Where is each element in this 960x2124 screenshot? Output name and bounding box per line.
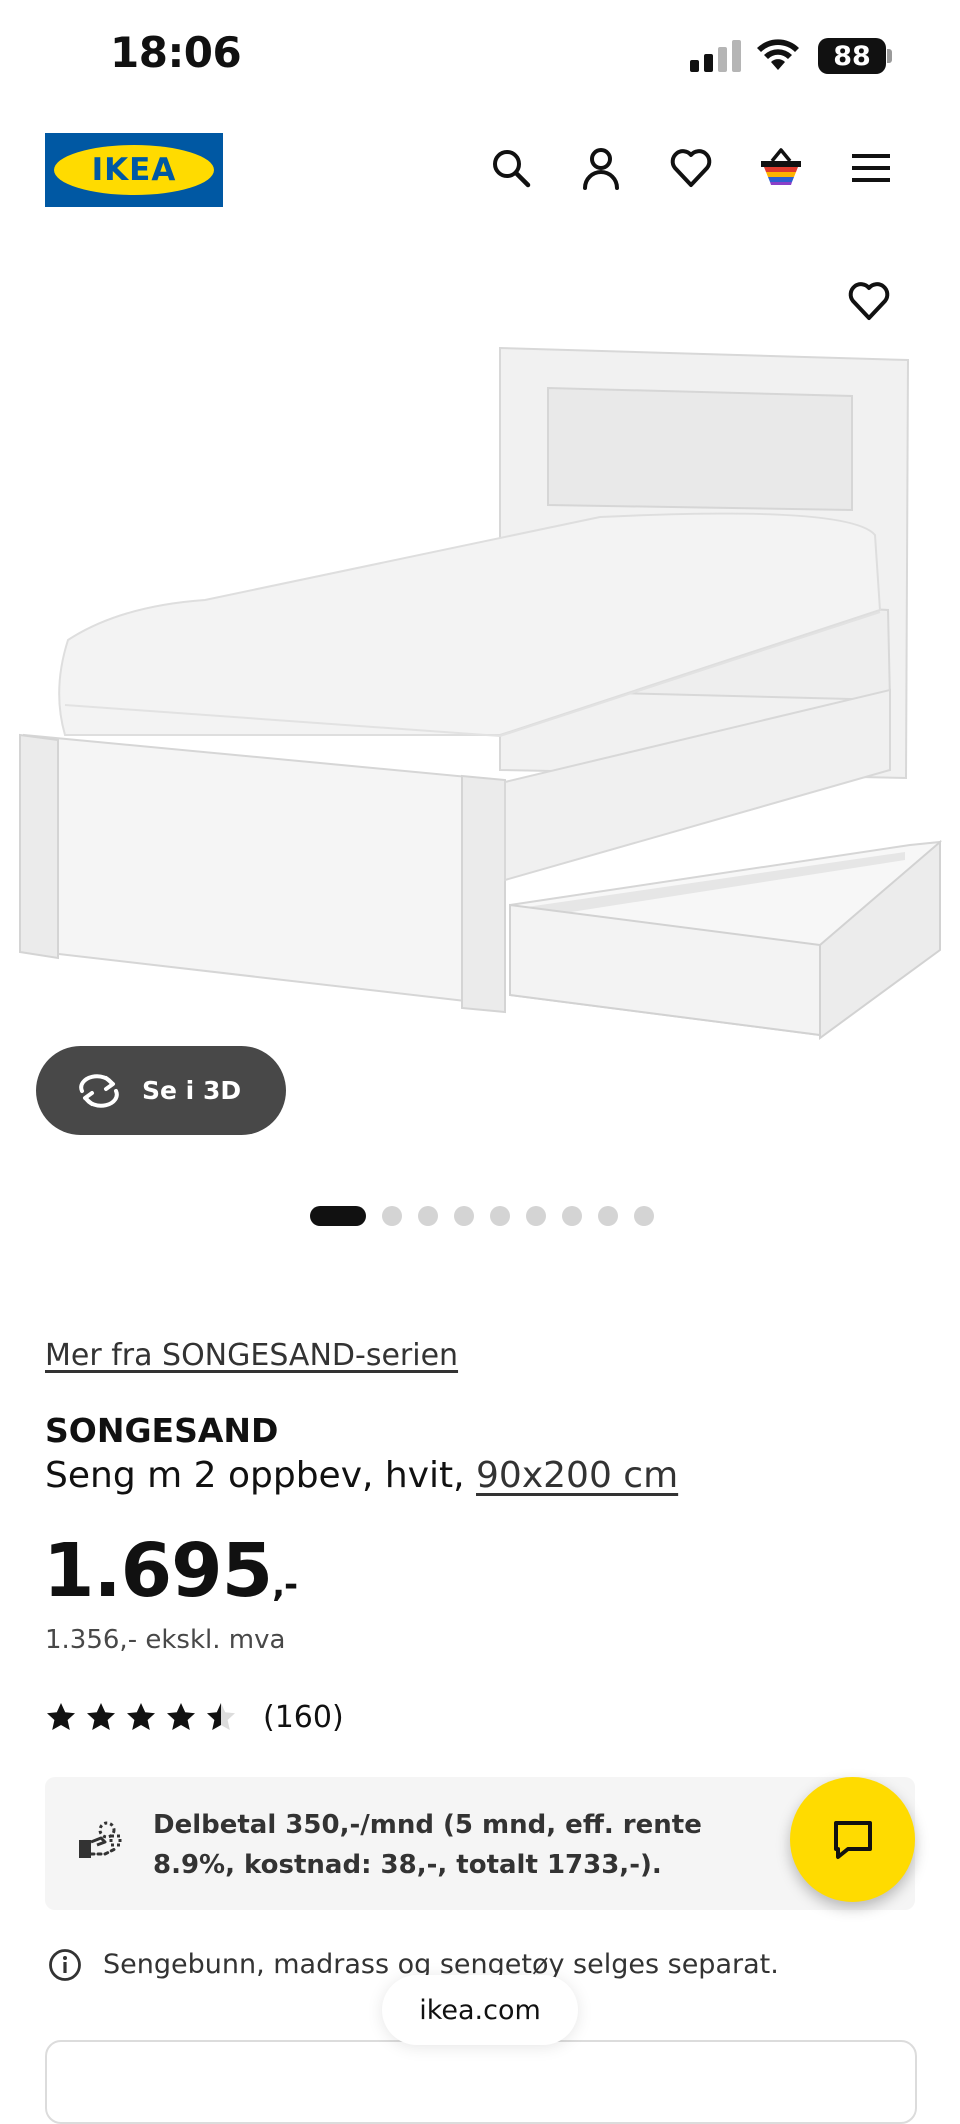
star-icon (47, 1703, 75, 1730)
menu-button[interactable] (848, 145, 894, 191)
carousel-dot[interactable] (454, 1206, 474, 1226)
carousel-dot[interactable] (634, 1206, 654, 1226)
chat-button[interactable] (790, 1777, 915, 1902)
image-carousel-dots[interactable] (310, 1206, 654, 1226)
carousel-dot[interactable] (382, 1206, 402, 1226)
chat-icon (833, 1820, 872, 1859)
carousel-dot[interactable] (310, 1206, 366, 1226)
wifi-icon (757, 39, 799, 70)
carousel-dot[interactable] (562, 1206, 582, 1226)
heart-icon (848, 282, 890, 320)
cart-icon (761, 148, 801, 185)
price-suffix: ,- (272, 1565, 298, 1605)
product-price: 1.695,- (43, 1528, 298, 1626)
star-icon (127, 1703, 155, 1730)
search-button[interactable] (488, 145, 534, 191)
product-wishlist-button[interactable] (846, 278, 892, 324)
star-icon (167, 1703, 195, 1730)
review-count[interactable]: (160) (263, 1700, 344, 1735)
product-description: Seng m 2 oppbev, hvit, 90x200 cm (45, 1455, 678, 1496)
carousel-dot[interactable] (598, 1206, 618, 1226)
logo-oval: IKEA (54, 145, 214, 195)
product-description-text: Seng m 2 oppbev, hvit, (45, 1455, 477, 1496)
battery-icon: 88 (818, 38, 886, 74)
ikea-logo[interactable]: IKEA (45, 133, 223, 207)
next-section-card[interactable] (45, 2040, 917, 2124)
series-link[interactable]: Mer fra SONGESAND-serien (45, 1338, 458, 1373)
battery-level: 88 (833, 40, 871, 72)
search-icon (493, 150, 531, 188)
account-button[interactable] (578, 145, 624, 191)
carousel-dot[interactable] (490, 1206, 510, 1226)
battery-tip (887, 49, 892, 63)
info-icon (49, 1949, 81, 1981)
size-link[interactable]: 90x200 cm (476, 1455, 678, 1496)
signal-icon (690, 40, 741, 72)
status-time: 18:06 (110, 28, 242, 77)
price-excl-vat: 1.356,- ekskl. mva (45, 1625, 286, 1655)
rotate-3d-icon (79, 1073, 119, 1108)
menu-icon (852, 154, 890, 182)
installment-text: Delbetal 350,-/mnd (5 mnd, eff. rente 8.… (153, 1810, 702, 1880)
product-name: SONGESAND (45, 1411, 279, 1450)
see-in-3d-button[interactable]: Se i 3D (36, 1046, 286, 1135)
star-icon (87, 1703, 115, 1730)
logo-text: IKEA (91, 152, 177, 188)
cart-button[interactable] (758, 145, 804, 191)
heart-icon (670, 149, 712, 187)
installment-icon (79, 1821, 122, 1858)
carousel-dot[interactable] (526, 1206, 546, 1226)
account-icon (583, 148, 619, 190)
rating-stars[interactable]: (160) (45, 1700, 344, 1735)
wishlist-button[interactable] (668, 145, 714, 191)
browser-url-bar[interactable]: ikea.com (382, 1975, 578, 2045)
price-value: 1.695 (43, 1528, 273, 1614)
half-star-icon (207, 1703, 235, 1730)
see-in-3d-label: Se i 3D (142, 1076, 242, 1105)
carousel-dot[interactable] (418, 1206, 438, 1226)
product-image[interactable] (0, 330, 960, 1170)
